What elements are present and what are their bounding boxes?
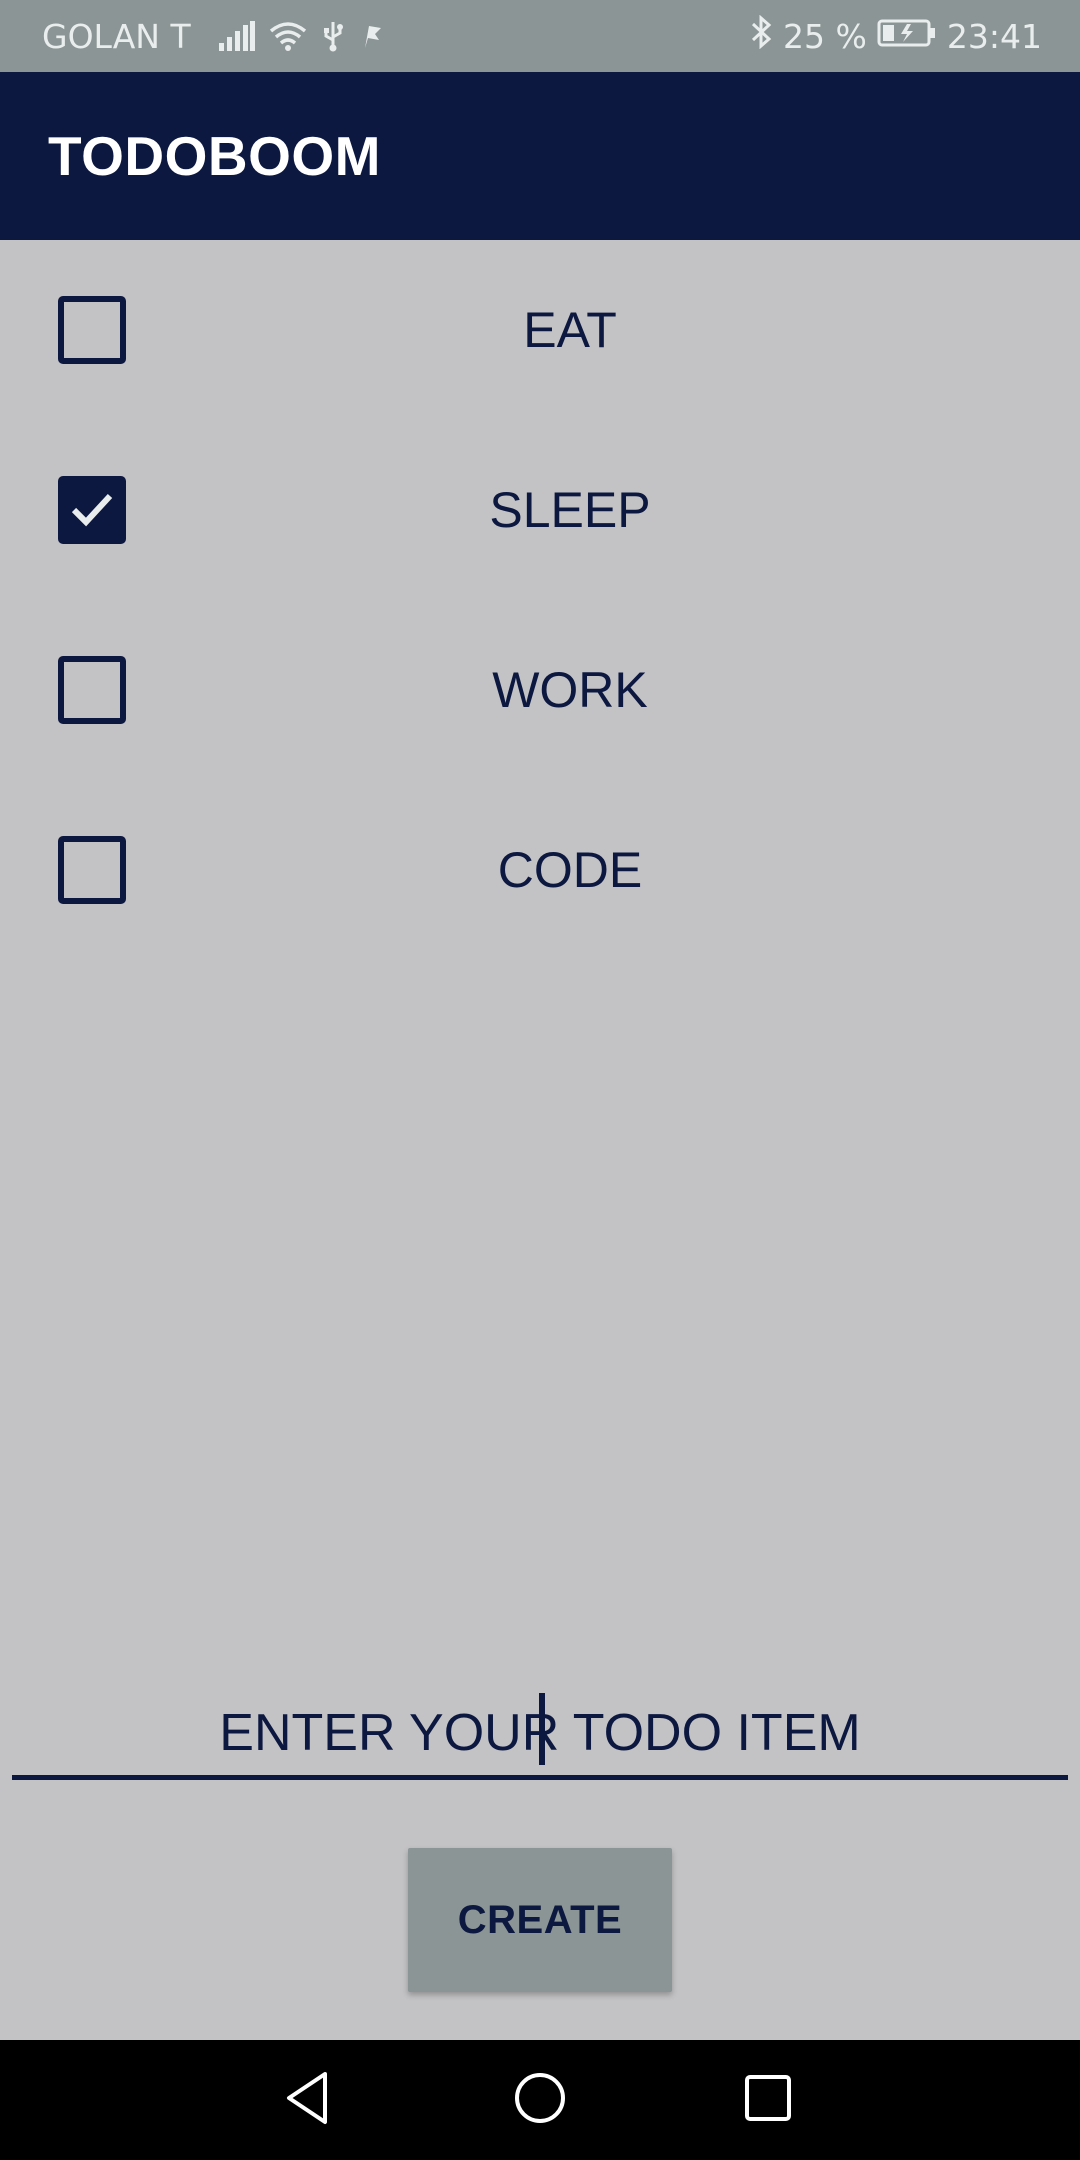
carrier-name: GOLAN T <box>42 16 191 56</box>
todo-label: SLEEP <box>489 482 651 538</box>
todo-label: EAT <box>523 302 617 358</box>
todo-label: WORK <box>492 662 648 718</box>
signal-icon <box>218 21 255 51</box>
home-button[interactable] <box>500 2060 580 2140</box>
battery-percent: 25 % <box>783 16 867 56</box>
text-cursor <box>539 1693 545 1765</box>
status-bar: GOLAN T 25 % 23:41 <box>0 0 1080 72</box>
back-button[interactable] <box>268 2060 348 2140</box>
todo-checkbox[interactable] <box>58 836 126 904</box>
wifi-icon <box>269 21 307 51</box>
usb-icon <box>321 20 345 52</box>
checkmark-icon <box>71 493 113 527</box>
flag-icon <box>359 22 383 50</box>
todo-list: EAT SLEEP WORK CODE <box>0 240 1080 960</box>
todo-checkbox[interactable] <box>58 476 126 544</box>
app-bar: TODOBOOM <box>0 72 1080 240</box>
recents-button[interactable] <box>728 2060 808 2140</box>
bluetooth-icon <box>749 14 773 57</box>
todo-item-sleep[interactable]: SLEEP <box>0 420 1080 600</box>
back-icon <box>283 2070 333 2131</box>
home-icon <box>512 2070 568 2131</box>
navigation-bar <box>0 2040 1080 2160</box>
todo-checkbox[interactable] <box>58 296 126 364</box>
todo-label: CODE <box>497 842 643 898</box>
app-title: TODOBOOM <box>48 125 381 187</box>
todo-item-work[interactable]: WORK <box>0 600 1080 780</box>
clock-time: 23:41 <box>946 16 1042 56</box>
recents-icon <box>743 2073 793 2128</box>
battery-charging-icon <box>877 17 937 56</box>
todo-checkbox[interactable] <box>58 656 126 724</box>
status-bar-right: 25 % 23:41 <box>749 0 1042 72</box>
status-icons <box>218 20 383 52</box>
create-button[interactable]: CREATE <box>408 1848 672 1992</box>
todo-item-eat[interactable]: EAT <box>0 240 1080 420</box>
status-bar-left: GOLAN T <box>42 0 383 72</box>
todo-item-code[interactable]: CODE <box>0 780 1080 960</box>
